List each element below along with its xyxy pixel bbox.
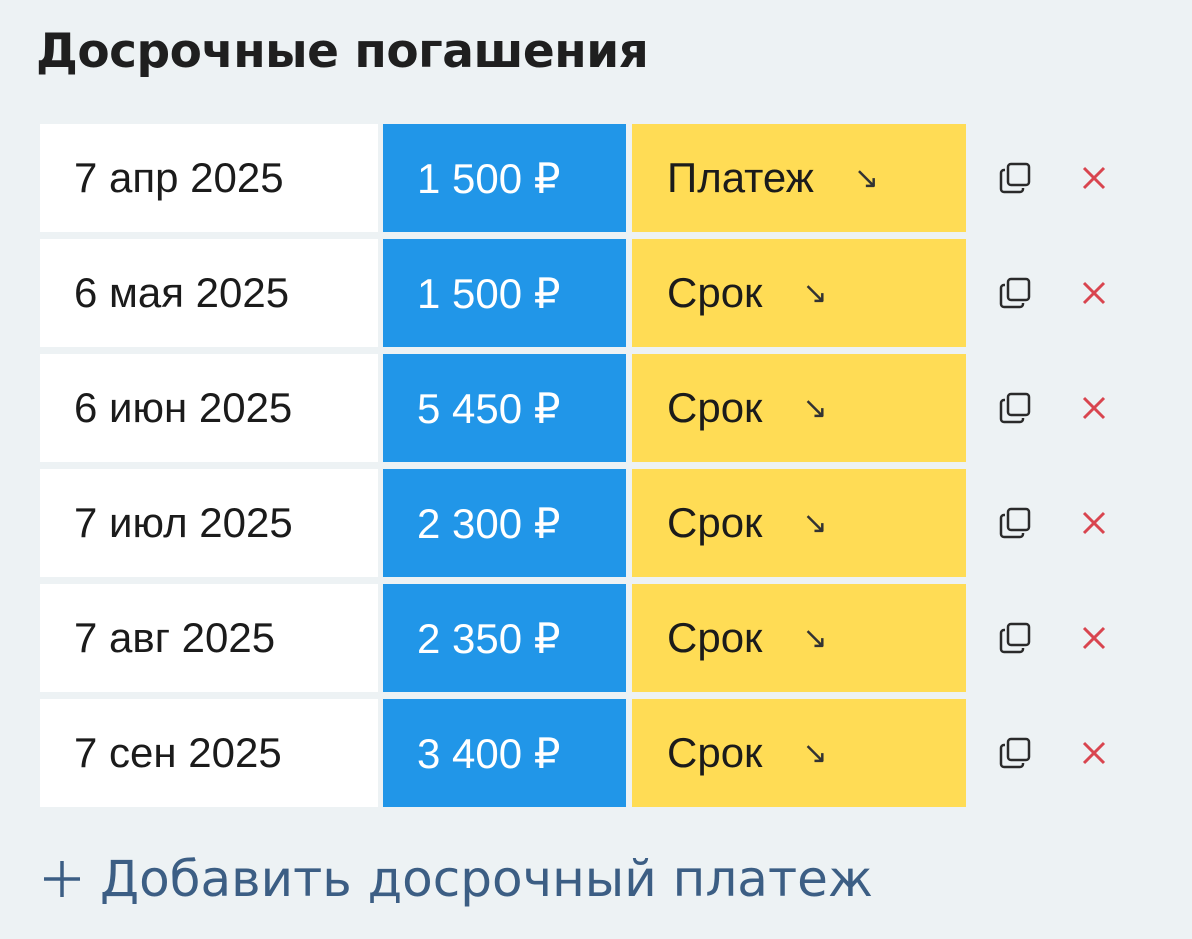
add-payment-label: Добавить досрочный платеж — [100, 850, 873, 908]
copy-icon — [999, 162, 1031, 194]
copy-button[interactable] — [996, 158, 1036, 198]
close-icon — [1082, 396, 1106, 420]
copy-icon — [999, 622, 1031, 654]
close-icon — [1082, 741, 1106, 765]
copy-button[interactable] — [996, 503, 1036, 543]
payment-amount[interactable]: 3 400 ₽ — [383, 699, 626, 807]
payment-type-label: Срок — [667, 269, 763, 316]
delete-button[interactable] — [1074, 158, 1114, 198]
payment-type-label: Срок — [667, 614, 763, 661]
close-icon — [1082, 626, 1106, 650]
copy-icon — [999, 507, 1031, 539]
payment-row: 6 июн 2025 5 450 ₽ Срок ↘ — [40, 354, 1114, 462]
payment-type-select[interactable]: Срок ↘ — [632, 469, 966, 577]
arrow-down-right-icon: ↘ — [802, 505, 828, 541]
arrow-down-right-icon: ↘ — [853, 160, 880, 196]
payment-type-select[interactable]: Срок ↘ — [632, 239, 966, 347]
arrow-down-right-icon: ↘ — [802, 620, 828, 656]
payment-row: 7 сен 2025 3 400 ₽ Срок ↘ — [40, 699, 1114, 807]
payment-type-label: Срок — [667, 499, 763, 546]
payment-type-select[interactable]: Срок ↘ — [632, 354, 966, 462]
row-actions — [996, 239, 1114, 347]
payment-type-select[interactable]: Срок ↘ — [632, 584, 966, 692]
payment-amount[interactable]: 2 350 ₽ — [383, 584, 626, 692]
delete-button[interactable] — [1074, 388, 1114, 428]
payment-date[interactable]: 7 апр 2025 — [40, 124, 378, 232]
payment-amount[interactable]: 1 500 ₽ — [383, 124, 626, 232]
copy-icon — [999, 392, 1031, 424]
delete-button[interactable] — [1074, 618, 1114, 658]
copy-button[interactable] — [996, 733, 1036, 773]
payment-date[interactable]: 7 июл 2025 — [40, 469, 378, 577]
copy-button[interactable] — [996, 618, 1036, 658]
payments-list: 7 апр 2025 1 500 ₽ Платеж ↘ 6 мая 2025 1… — [40, 124, 1114, 814]
copy-button[interactable] — [996, 273, 1036, 313]
page-title: Досрочные погашения — [36, 24, 649, 79]
payment-type-select[interactable]: Платеж ↘ — [632, 124, 966, 232]
close-icon — [1082, 281, 1106, 305]
delete-button[interactable] — [1074, 273, 1114, 313]
copy-button[interactable] — [996, 388, 1036, 428]
row-actions — [996, 469, 1114, 577]
plus-icon — [44, 861, 80, 897]
copy-icon — [999, 737, 1031, 769]
payment-date[interactable]: 7 сен 2025 — [40, 699, 378, 807]
payment-amount[interactable]: 5 450 ₽ — [383, 354, 626, 462]
payment-type-label: Срок — [667, 729, 763, 776]
close-icon — [1082, 166, 1106, 190]
payment-date[interactable]: 7 авг 2025 — [40, 584, 378, 692]
arrow-down-right-icon: ↘ — [802, 390, 828, 426]
add-payment-link[interactable]: Добавить досрочный платеж — [40, 850, 873, 908]
row-actions — [996, 584, 1114, 692]
payment-row: 6 мая 2025 1 500 ₽ Срок ↘ — [40, 239, 1114, 347]
copy-icon — [999, 277, 1031, 309]
payment-amount[interactable]: 2 300 ₽ — [383, 469, 626, 577]
payment-type-label: Срок — [667, 384, 763, 431]
payment-row: 7 апр 2025 1 500 ₽ Платеж ↘ — [40, 124, 1114, 232]
payment-row: 7 авг 2025 2 350 ₽ Срок ↘ — [40, 584, 1114, 692]
row-actions — [996, 124, 1114, 232]
close-icon — [1082, 511, 1106, 535]
payment-date[interactable]: 6 мая 2025 — [40, 239, 378, 347]
payment-row: 7 июл 2025 2 300 ₽ Срок ↘ — [40, 469, 1114, 577]
arrow-down-right-icon: ↘ — [802, 275, 828, 311]
row-actions — [996, 699, 1114, 807]
row-actions — [996, 354, 1114, 462]
payment-amount[interactable]: 1 500 ₽ — [383, 239, 626, 347]
payment-date[interactable]: 6 июн 2025 — [40, 354, 378, 462]
delete-button[interactable] — [1074, 733, 1114, 773]
delete-button[interactable] — [1074, 503, 1114, 543]
payment-type-select[interactable]: Срок ↘ — [632, 699, 966, 807]
arrow-down-right-icon: ↘ — [802, 735, 828, 771]
payment-type-label: Платеж — [667, 154, 814, 201]
